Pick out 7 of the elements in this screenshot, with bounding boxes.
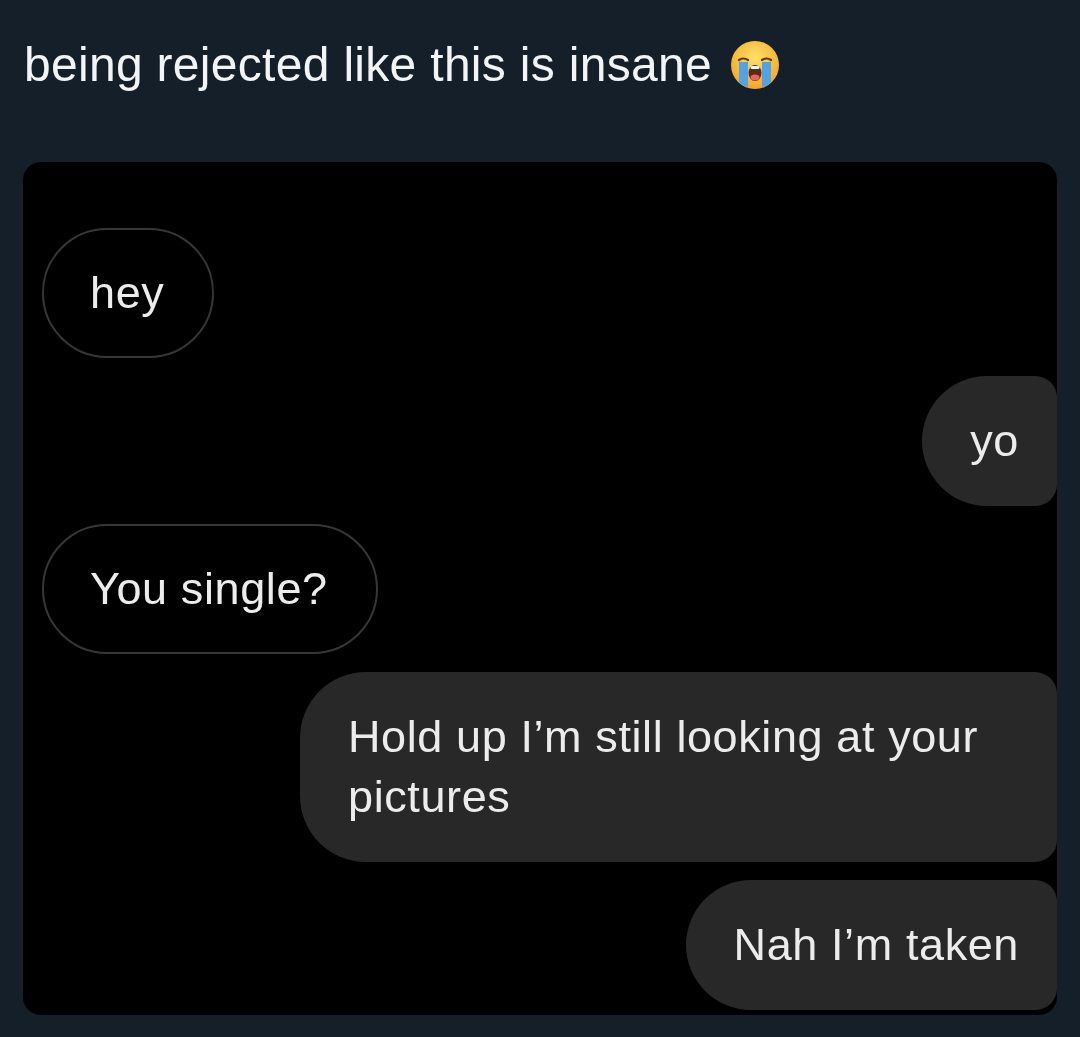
post-text: being rejected like this is insane: [24, 37, 712, 93]
message-bubble: You single?: [42, 524, 378, 654]
message-bubble: yo: [922, 376, 1057, 506]
message-bubble: Hold up I’m still looking at your pictures: [300, 672, 1057, 862]
message-bubble: Nah I’m taken: [685, 880, 1057, 1010]
message-bubble: hey: [42, 228, 215, 358]
crying-face-icon: [729, 40, 780, 90]
